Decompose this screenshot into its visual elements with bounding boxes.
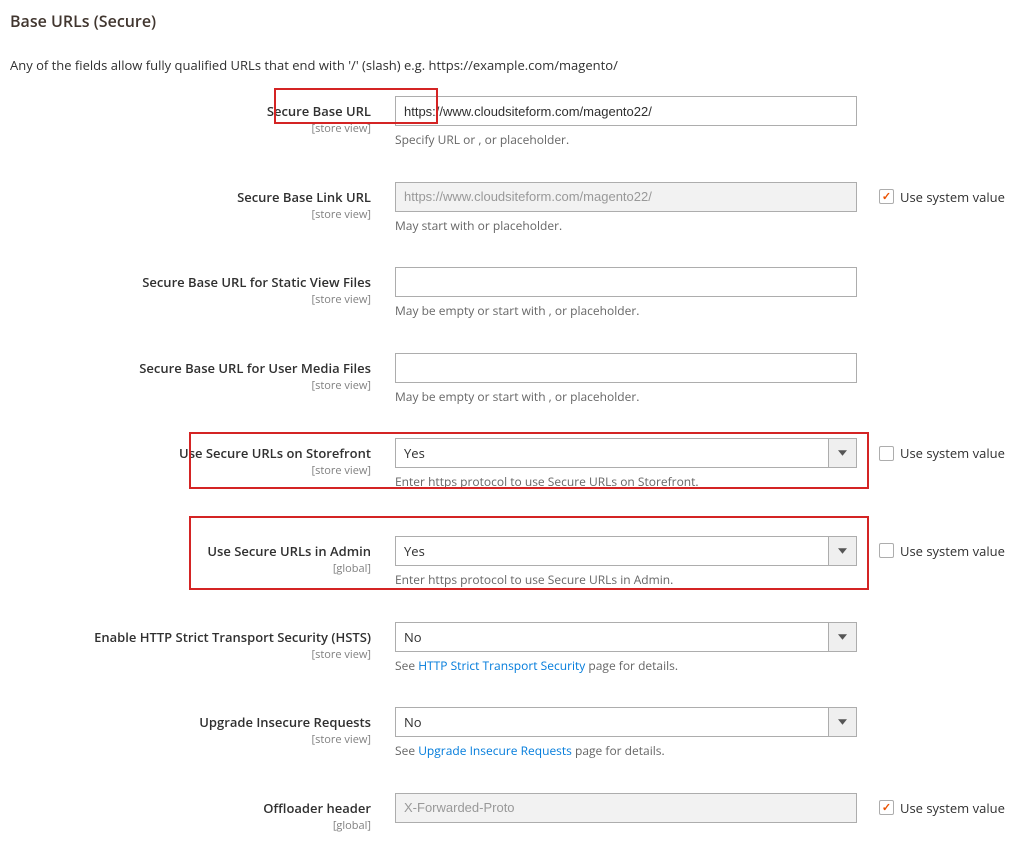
label-upgrade-insecure: Upgrade Insecure Requests <box>199 713 371 731</box>
chevron-down-icon <box>828 708 856 736</box>
scope-label: [global] <box>10 562 371 576</box>
chevron-down-icon <box>828 439 856 467</box>
secure-base-url-input[interactable] <box>395 96 857 126</box>
scope-label: [store view] <box>10 293 371 307</box>
use-system-value-label: Use system value <box>900 542 1005 560</box>
offloader-header-input <box>395 793 857 823</box>
field-secure-storefront: Use Secure URLs on Storefront [store vie… <box>10 434 1014 502</box>
label-hsts: Enable HTTP Strict Transport Security (H… <box>94 628 371 646</box>
hint-text: Enter https protocol to use Secure URLs … <box>395 468 857 490</box>
hint-text: See Upgrade Insecure Requests page for d… <box>395 737 857 759</box>
hint-text: May be empty or start with , or placehol… <box>395 297 857 319</box>
select-value: No <box>396 709 430 735</box>
hint-text: May be empty or start with , or placehol… <box>395 383 857 405</box>
hsts-select[interactable]: No <box>395 622 857 652</box>
secure-admin-select[interactable]: Yes <box>395 536 857 566</box>
label-secure-base-url: Secure Base URL <box>267 102 371 120</box>
user-media-files-input[interactable] <box>395 353 857 383</box>
field-secure-admin: Use Secure URLs in Admin [global] Yes En… <box>10 532 1014 600</box>
hint-text: Specify URL or , or placeholder. <box>395 126 857 148</box>
use-system-value-checkbox[interactable] <box>879 543 894 558</box>
field-static-view-files: Secure Base URL for Static View Files [s… <box>10 263 1014 331</box>
scope-label: [store view] <box>10 648 371 662</box>
static-view-files-input[interactable] <box>395 267 857 297</box>
upgrade-link[interactable]: Upgrade Insecure Requests <box>418 742 572 759</box>
hsts-link[interactable]: HTTP Strict Transport Security <box>418 657 585 674</box>
scope-label: [store view] <box>10 122 371 136</box>
upgrade-insecure-select[interactable]: No <box>395 707 857 737</box>
use-system-value-label: Use system value <box>900 799 1005 817</box>
select-value: No <box>396 624 430 650</box>
scope-label: [global] <box>10 819 371 833</box>
field-hsts: Enable HTTP Strict Transport Security (H… <box>10 618 1014 686</box>
chevron-down-icon <box>828 537 856 565</box>
use-system-value-label: Use system value <box>900 188 1005 206</box>
label-user-media-files: Secure Base URL for User Media Files <box>139 359 371 377</box>
secure-storefront-select[interactable]: Yes <box>395 438 857 468</box>
select-value: Yes <box>396 440 433 466</box>
hint-text: May start with or placeholder. <box>395 212 857 234</box>
use-system-value-label: Use system value <box>900 444 1005 462</box>
scope-label: [store view] <box>10 733 371 747</box>
section-description: Any of the fields allow fully qualified … <box>10 38 1014 92</box>
label-offloader-header: Offloader header <box>263 799 371 817</box>
hint-text: See HTTP Strict Transport Security page … <box>395 652 857 674</box>
hint-text: Enter https protocol to use Secure URLs … <box>395 566 857 588</box>
scope-label: [store view] <box>10 208 371 222</box>
secure-base-link-url-input <box>395 182 857 212</box>
field-upgrade-insecure: Upgrade Insecure Requests [store view] N… <box>10 703 1014 771</box>
use-system-value-checkbox[interactable]: ✓ <box>879 800 894 815</box>
use-system-value-checkbox[interactable]: ✓ <box>879 189 894 204</box>
chevron-down-icon <box>828 623 856 651</box>
label-secure-admin: Use Secure URLs in Admin <box>207 542 371 560</box>
field-user-media-files: Secure Base URL for User Media Files [st… <box>10 349 1014 417</box>
field-offloader-header: Offloader header [global] ✓ Use system v… <box>10 789 1014 833</box>
select-value: Yes <box>396 538 433 564</box>
label-secure-base-link-url: Secure Base Link URL <box>237 188 371 206</box>
scope-label: [store view] <box>10 379 371 393</box>
field-secure-base-link-url: Secure Base Link URL [store view] May st… <box>10 178 1014 246</box>
section-title: Base URLs (Secure) <box>10 10 1014 38</box>
scope-label: [store view] <box>10 464 371 478</box>
use-system-value-checkbox[interactable] <box>879 446 894 461</box>
label-secure-storefront: Use Secure URLs on Storefront <box>179 444 371 462</box>
field-secure-base-url: Secure Base URL [store view] Specify URL… <box>10 92 1014 160</box>
label-static-view-files: Secure Base URL for Static View Files <box>142 273 371 291</box>
